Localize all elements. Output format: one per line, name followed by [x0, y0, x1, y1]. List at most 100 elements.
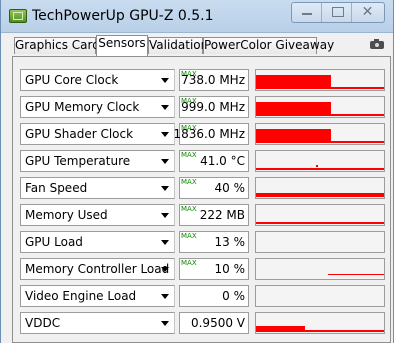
- sensor-value-box: MAX 13 %: [179, 231, 249, 253]
- tab-label: Validation: [149, 38, 209, 52]
- sensor-value: 1836.0 MHz: [173, 127, 245, 141]
- tab-powercolor-giveaway[interactable]: PowerColor Giveaway: [203, 37, 334, 54]
- sensor-graph: [255, 177, 385, 199]
- sensor-dropdown[interactable]: VDDC: [20, 312, 175, 334]
- sensor-dropdown[interactable]: Memory Controller Load: [20, 258, 175, 280]
- sensor-graph-line: [305, 330, 384, 332]
- max-label: MAX: [181, 232, 197, 240]
- sensor-value: 738.0 MHz: [181, 73, 245, 87]
- sensor-value: 0 %: [222, 289, 245, 303]
- maximize-icon: [332, 7, 344, 17]
- gpu-z-icon: [9, 9, 27, 23]
- tab-label: Graphics Card: [15, 38, 100, 52]
- close-button[interactable]: ✕: [352, 3, 383, 22]
- sensor-value-box: 0.9500 V: [179, 312, 249, 334]
- tab-label: PowerColor Giveaway: [204, 38, 335, 52]
- sensor-label: GPU Core Clock: [25, 73, 119, 87]
- sensor-graph-line: [331, 87, 384, 89]
- sensor-row: GPU Core Clock MAX 738.0 MHz: [20, 69, 385, 91]
- sensor-dropdown[interactable]: GPU Load: [20, 231, 175, 253]
- window-controls: ✕: [291, 2, 385, 23]
- tab-label: Sensors: [98, 36, 146, 50]
- sensor-label: Video Engine Load: [25, 289, 137, 303]
- sensor-label: GPU Load: [25, 235, 83, 249]
- sensor-dropdown[interactable]: GPU Shader Clock: [20, 123, 175, 145]
- sensor-value-box: MAX 41.0 °C: [179, 150, 249, 172]
- chevron-down-icon: [161, 78, 169, 83]
- max-label: MAX: [181, 259, 197, 267]
- sensor-graph-fill: [256, 75, 331, 89]
- close-icon: ✕: [361, 4, 374, 20]
- sensor-graph: [255, 312, 385, 334]
- max-label: MAX: [181, 151, 197, 159]
- sensor-dropdown[interactable]: GPU Temperature: [20, 150, 175, 172]
- max-label: MAX: [181, 205, 197, 213]
- chevron-down-icon: [161, 213, 169, 218]
- sensor-graph: [255, 123, 385, 145]
- sensor-graph: [255, 96, 385, 118]
- sensor-graph-line: [328, 274, 384, 275]
- sensor-value-box: MAX 222 MB: [179, 204, 249, 226]
- sensor-label: VDDC: [25, 316, 61, 330]
- camera-icon[interactable]: [370, 38, 385, 50]
- sensor-row: Video Engine Load 0 %: [20, 285, 385, 307]
- sensor-graph: [255, 150, 385, 172]
- sensor-value: 40 %: [214, 181, 246, 195]
- sensor-row: VDDC 0.9500 V: [20, 312, 385, 334]
- chevron-down-icon: [161, 240, 169, 245]
- sensor-graph-line: [256, 193, 384, 197]
- sensor-row: Memory Controller Load MAX 10 %: [20, 258, 385, 280]
- chevron-down-icon: [161, 159, 169, 164]
- gpu-z-window: TechPowerUp GPU-Z 0.5.1 ✕ Graphics Card …: [0, 0, 394, 343]
- sensor-value-box: MAX 1836.0 MHz: [174, 123, 249, 145]
- sensor-row: GPU Load MAX 13 %: [20, 231, 385, 253]
- sensor-graph: [255, 285, 385, 307]
- sensor-graph-fill: [256, 102, 331, 116]
- camera-lens: [375, 43, 379, 47]
- maximize-button[interactable]: [322, 3, 352, 22]
- sensor-value-box: MAX 40 %: [179, 177, 249, 199]
- tab-validation[interactable]: Validation: [148, 37, 208, 54]
- sensor-label: GPU Shader Clock: [25, 127, 134, 141]
- sensor-value-box: MAX 738.0 MHz: [179, 69, 249, 91]
- sensor-label: GPU Temperature: [25, 154, 131, 168]
- sensor-graph-line: [256, 168, 384, 170]
- sensor-graph-fill: [256, 129, 331, 143]
- tab-sensors[interactable]: Sensors: [96, 35, 148, 56]
- chevron-down-icon: [161, 132, 169, 137]
- sensor-value: 41.0 °C: [200, 154, 245, 168]
- sensor-dropdown[interactable]: Fan Speed: [20, 177, 175, 199]
- sensor-row: GPU Memory Clock MAX 999.0 MHz: [20, 96, 385, 118]
- chevron-down-icon: [161, 294, 169, 299]
- tab-graphics-card[interactable]: Graphics Card: [14, 37, 100, 54]
- sensor-label: Memory Controller Load: [25, 262, 170, 276]
- title-bar[interactable]: TechPowerUp GPU-Z 0.5.1 ✕: [1, 0, 393, 33]
- max-label: MAX: [181, 178, 197, 186]
- sensor-row: Fan Speed MAX 40 %: [20, 177, 385, 199]
- sensor-row: GPU Shader Clock MAX 1836.0 MHz: [20, 123, 385, 145]
- sensor-graph-line: [331, 141, 384, 143]
- sensor-graph-line: [256, 222, 384, 224]
- sensor-value-box: 0 %: [179, 285, 249, 307]
- window-title: TechPowerUp GPU-Z 0.5.1: [32, 8, 214, 24]
- sensor-dropdown[interactable]: GPU Memory Clock: [20, 96, 175, 118]
- sensor-graph: [255, 258, 385, 280]
- sensor-graph-line: [331, 114, 384, 116]
- sensor-dropdown[interactable]: Video Engine Load: [20, 285, 175, 307]
- sensor-graph: [255, 231, 385, 253]
- chevron-down-icon: [161, 186, 169, 191]
- sensor-dropdown[interactable]: GPU Core Clock: [20, 69, 175, 91]
- sensor-value-box: MAX 10 %: [179, 258, 249, 280]
- sensor-label: Fan Speed: [25, 181, 88, 195]
- sensor-label: GPU Memory Clock: [25, 100, 140, 114]
- sensor-graph: [255, 204, 385, 226]
- sensor-value: 10 %: [214, 262, 246, 276]
- sensor-graph-fill: [256, 326, 305, 332]
- sensor-value-box: MAX 999.0 MHz: [179, 96, 249, 118]
- chevron-down-icon: [161, 267, 169, 272]
- chevron-down-icon: [161, 321, 169, 326]
- chevron-down-icon: [161, 105, 169, 110]
- sensor-dropdown[interactable]: Memory Used: [20, 204, 175, 226]
- minimize-button[interactable]: [292, 3, 322, 22]
- sensor-value: 0.9500 V: [190, 316, 245, 330]
